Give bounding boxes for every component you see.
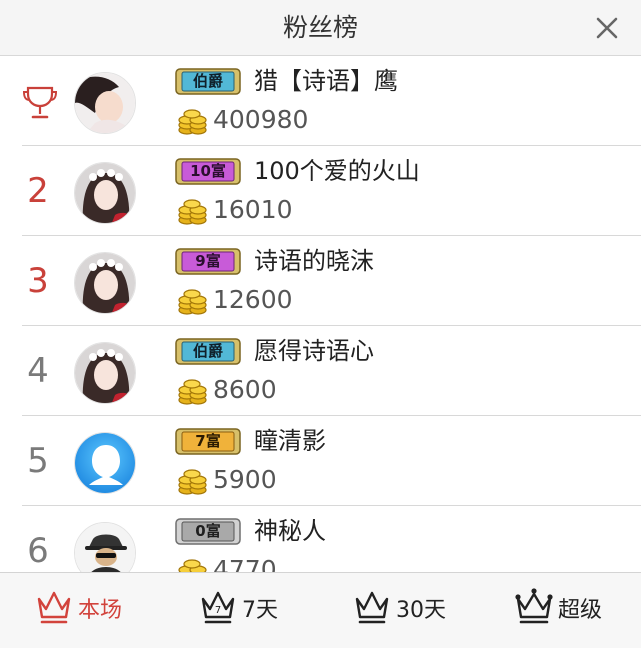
badge-label: 0富 [195, 522, 221, 540]
avatar[interactable] [74, 342, 136, 404]
fan-score: 4770 [213, 555, 277, 572]
super-crown-icon [515, 588, 553, 624]
default-avatar-icon [75, 433, 135, 493]
fan-name: 神秘人 [254, 517, 326, 545]
avatar[interactable] [74, 432, 136, 494]
fan-name: 愿得诗语心 [254, 337, 374, 365]
crown-7-icon: 7 [201, 591, 235, 624]
avatar[interactable] [74, 252, 136, 314]
list-item[interactable]: 4 伯爵 愿得诗语心 8600 [0, 326, 641, 416]
tab-label: 7天 [242, 598, 278, 623]
page-title: 粉丝榜 [282, 13, 358, 42]
close-button[interactable] [595, 16, 619, 40]
badge-label: 10富 [190, 162, 226, 180]
fan-score: 16010 [213, 195, 293, 224]
rank-number: 6 [27, 531, 49, 571]
close-icon [596, 17, 618, 39]
tab-this-session[interactable]: 本场 [36, 573, 132, 649]
fan-name: 猎【诗语】鹰 [254, 67, 398, 95]
list-item[interactable]: 3 9富 诗语的晓沫 12600 [0, 236, 641, 326]
fan-score: 400980 [213, 105, 309, 134]
bottom-tab-bar: 本场 7 7天 30天 超级 [0, 572, 641, 648]
mystery-avatar-icon [75, 523, 135, 572]
tab-super[interactable]: 超级 [514, 573, 610, 649]
coin-icon [178, 379, 207, 405]
avatar-image [75, 163, 135, 223]
fan-name: 瞳清影 [254, 427, 326, 455]
list-item[interactable]: 6 0富 神秘人 4770 [0, 506, 641, 572]
crown-icon [355, 591, 389, 624]
header: 粉丝榜 [0, 0, 641, 56]
coin-icon [178, 109, 207, 135]
avatar-image [75, 343, 135, 403]
badge-label: 伯爵 [192, 342, 223, 360]
coin-icon [178, 469, 207, 495]
avatar[interactable] [74, 72, 136, 134]
fan-name: 诗语的晓沫 [254, 247, 374, 275]
svg-text:7: 7 [215, 605, 221, 616]
avatar-image [75, 253, 135, 313]
trophy-icon [22, 86, 58, 119]
badge-label: 伯爵 [192, 72, 223, 90]
tab-30-days[interactable]: 30天 [354, 573, 450, 649]
badge-label: 9富 [195, 252, 221, 270]
list-item[interactable]: 2 10富 100个爱的火山 16010 [0, 146, 641, 236]
list-item[interactable]: 5 7富 瞳清影 5900 [0, 416, 641, 506]
fan-score: 5900 [213, 465, 277, 494]
rank-number: 5 [27, 441, 49, 481]
fan-score: 8600 [213, 375, 277, 404]
badge-label: 7富 [195, 432, 221, 450]
fan-list[interactable]: 伯爵 猎【诗语】鹰 400980 2 10富 100个爱的火山 16010 3 … [0, 56, 641, 572]
avatar[interactable] [74, 522, 136, 572]
tab-label: 超级 [558, 598, 603, 623]
fan-score: 12600 [213, 285, 293, 314]
rank-number: 4 [27, 351, 49, 391]
coin-icon [178, 559, 207, 572]
avatar-image [75, 73, 135, 133]
crown-icon [37, 591, 71, 624]
list-item[interactable]: 伯爵 猎【诗语】鹰 400980 [0, 56, 641, 146]
rank-number: 3 [27, 261, 49, 301]
tab-7-days[interactable]: 7 7天 [200, 573, 284, 649]
tab-label: 30天 [396, 598, 446, 623]
fan-name: 100个爱的火山 [254, 157, 420, 185]
coin-icon [178, 199, 207, 225]
tab-label: 本场 [78, 598, 123, 623]
coin-icon [178, 289, 207, 315]
rank-number: 2 [27, 171, 49, 211]
avatar[interactable] [74, 162, 136, 224]
